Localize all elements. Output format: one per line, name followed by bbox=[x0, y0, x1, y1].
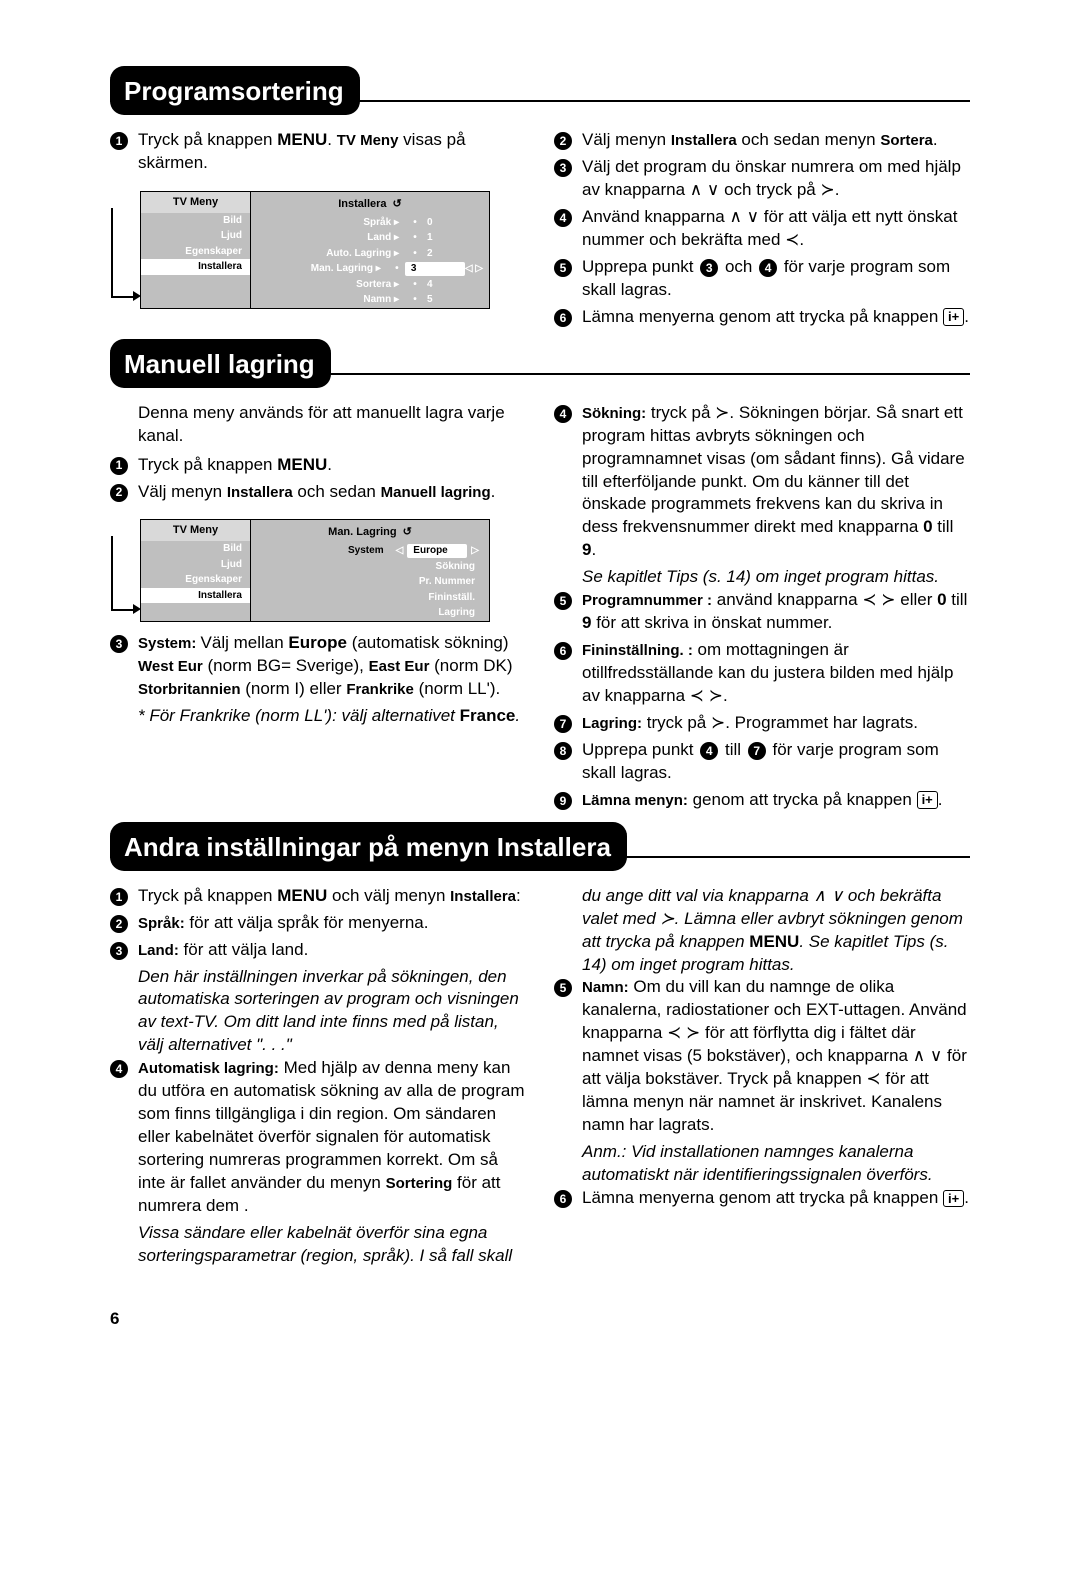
step-1: 1Tryck på knappen MENU. bbox=[110, 454, 526, 477]
step-2: 2Välj menyn Installera och sedan menyn S… bbox=[554, 129, 970, 152]
info-icon: i+ bbox=[943, 1190, 964, 1208]
step-6: 6Fininställning. : om mottagningen är ot… bbox=[554, 639, 970, 708]
step-6: 6Lämna menyerna genom att trycka på knap… bbox=[554, 1187, 970, 1210]
step-4: 4Använd knapparna ∧ ∨ för att välja ett … bbox=[554, 206, 970, 252]
step-2: 2Språk: för att välja språk för menyerna… bbox=[110, 912, 526, 935]
step-6: 6Lämna menyerna genom att trycka på knap… bbox=[554, 306, 970, 329]
step-1: 1Tryck på knappen MENU och välj menyn In… bbox=[110, 885, 526, 908]
step-1: 1 Tryck på knappen MENU. TV Meny visas p… bbox=[110, 129, 526, 175]
tv-menu-diagram-1: TV Meny Bild Ljud Egenskaper Installera … bbox=[140, 191, 490, 309]
section-heading-andra-installningar: Andra inställningar på menyn Installera bbox=[110, 822, 627, 871]
step-9: 9Lämna menyn: genom att trycka på knappe… bbox=[554, 789, 970, 812]
tip-note: Se kapitlet Tips (s. 14) om inget progra… bbox=[582, 566, 970, 589]
continuation: du ange ditt val via knapparna ∧ ∨ och b… bbox=[582, 885, 970, 977]
section-heading-programsortering: Programsortering bbox=[110, 66, 360, 115]
info-icon: i+ bbox=[917, 791, 938, 809]
note: Den här inställningen inverkar på söknin… bbox=[138, 966, 526, 1058]
page-number: 6 bbox=[110, 1308, 970, 1331]
step-5: 5Programnummer : använd knapparna ≺ ≻ el… bbox=[554, 589, 970, 635]
footnote: * För Frankrike (norm LL'): välj alterna… bbox=[138, 705, 526, 728]
step-4: 4Automatisk lagring: Med hjälp av denna … bbox=[110, 1057, 526, 1218]
step-7: 7Lagring: tryck på ≻. Programmet har lag… bbox=[554, 712, 970, 735]
step-bullet-1-icon: 1 bbox=[110, 132, 128, 150]
note: Anm.: Vid installationen namnges kanaler… bbox=[582, 1141, 970, 1187]
step-3: 3Land: för att välja land. bbox=[110, 939, 526, 962]
intro-text: Denna meny används för att manuellt lagr… bbox=[138, 402, 526, 448]
step-5: 5Upprepa punkt 3 och 4 för varje program… bbox=[554, 256, 970, 302]
note: Vissa sändare eller kabelnät överför sin… bbox=[138, 1222, 526, 1268]
step-3: 3Välj det program du önskar numrera om m… bbox=[554, 156, 970, 202]
step-4: 4Sökning: tryck på ≻. Sökningen börjar. … bbox=[554, 402, 970, 563]
step-2: 2Välj menyn Installera och sedan Manuell… bbox=[110, 481, 526, 504]
step-text: Tryck på knappen MENU. TV Meny visas på … bbox=[138, 129, 526, 175]
info-icon: i+ bbox=[943, 308, 964, 326]
step-8: 8Upprepa punkt 4 till 7 för varje progra… bbox=[554, 739, 970, 785]
step-5: 5Namn: Om du vill kan du namnge de olika… bbox=[554, 976, 970, 1137]
step-3: 3System: Välj mellan Europe (automatisk … bbox=[110, 632, 526, 701]
tv-menu-diagram-2: TV Meny Bild Ljud Egenskaper Installera … bbox=[140, 519, 490, 621]
section-heading-manuell-lagring: Manuell lagring bbox=[110, 339, 331, 388]
